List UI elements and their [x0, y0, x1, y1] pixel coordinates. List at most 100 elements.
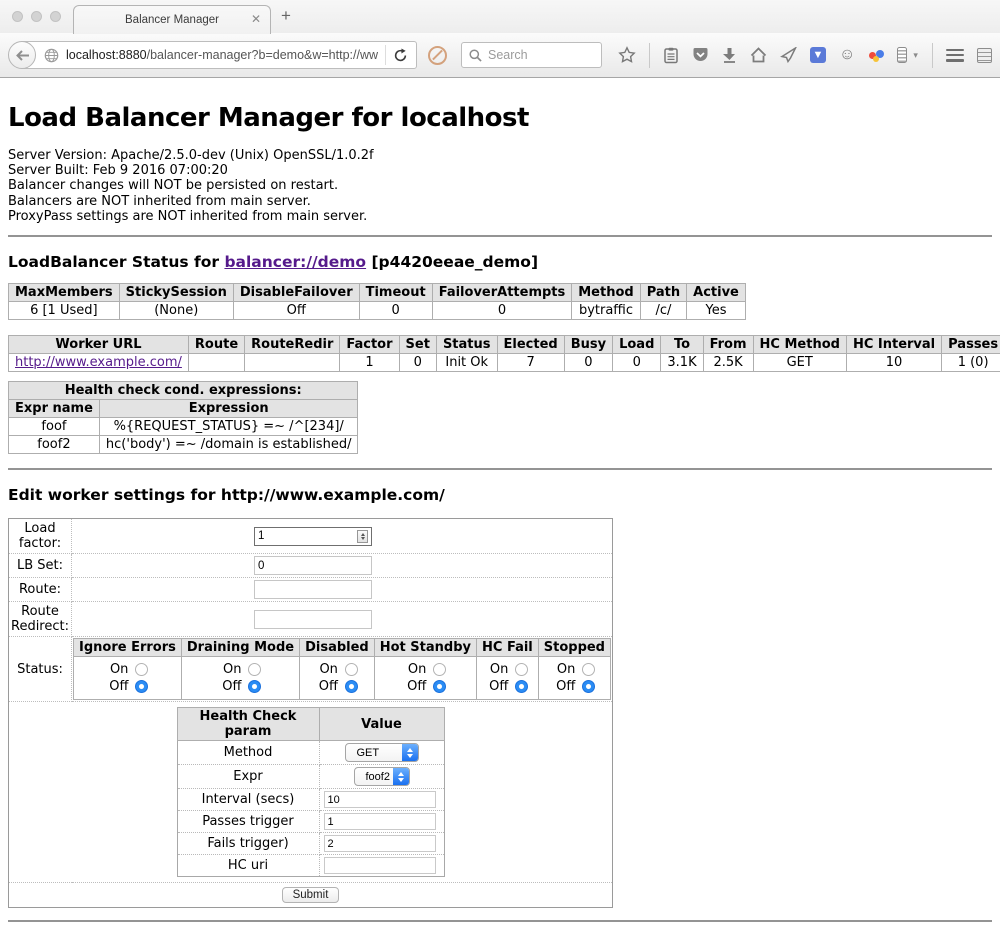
field-label: Status: [9, 637, 72, 702]
submit-button[interactable]: Submit [282, 887, 340, 903]
radio-ignore-errors-on[interactable] [135, 663, 148, 676]
hc-passes-input[interactable] [324, 813, 436, 830]
send-plane-icon[interactable] [780, 47, 797, 63]
server-info: Server Version: Apache/2.5.0-dev (Unix) … [8, 148, 992, 224]
pocket-icon[interactable] [692, 47, 709, 63]
status-column-header: Stopped [538, 639, 610, 657]
divider [8, 235, 992, 237]
number-spinner-icon[interactable] [357, 530, 368, 543]
radio-hot-standby-off[interactable] [433, 680, 446, 693]
hc-interval-input[interactable] [324, 791, 436, 808]
radio-label: Off [219, 678, 241, 695]
toolbar-separator [649, 43, 650, 68]
status-disabled: On Off [300, 657, 375, 700]
column-header: Set [399, 336, 436, 354]
page-title: Load Balancer Manager for localhost [8, 103, 992, 133]
param-label: Method [177, 741, 319, 765]
column-header: Method [572, 284, 640, 302]
content-blocked-icon[interactable] [428, 46, 447, 65]
cell: 6 [1 Used] [9, 302, 120, 320]
search-bar[interactable]: Search [461, 42, 602, 68]
column-header: Busy [564, 336, 612, 354]
column-header: Passes [942, 336, 1000, 354]
form-row-hc-params: Health Check param Value Method GET [9, 702, 613, 883]
feedback-smiley-icon[interactable]: ☺ [839, 47, 855, 63]
zoom-window-button[interactable] [50, 11, 61, 22]
divider [8, 920, 992, 922]
form-row-submit: Submit [9, 883, 613, 908]
radio-draining-mode-off[interactable] [248, 680, 261, 693]
route-input[interactable] [254, 580, 372, 599]
column-header: Status [436, 336, 497, 354]
url-bar[interactable]: localhost:8880/balancer-manager?b=demo&w… [21, 41, 417, 69]
hc-param-row: Expr foof2 [177, 765, 444, 789]
radio-hc-fail-on[interactable] [515, 663, 528, 676]
worker-url-link[interactable]: http://www.example.com/ [15, 355, 182, 370]
home-icon[interactable] [750, 47, 767, 63]
titlebar: Balancer Manager ✕ + [0, 0, 1000, 33]
expr-value: hc('body') =~ /domain is established/ [99, 436, 358, 454]
download-icon[interactable] [722, 47, 737, 63]
new-tab-button[interactable]: + [281, 6, 291, 26]
load-factor-input[interactable] [254, 527, 372, 546]
status-hc-fail: On Off [477, 657, 539, 700]
minimize-window-button[interactable] [31, 11, 42, 22]
hc-expr-select[interactable]: foof2 [354, 767, 410, 786]
reload-button[interactable] [393, 48, 408, 63]
hc-fails-input[interactable] [324, 835, 436, 852]
radio-stopped-off[interactable] [582, 680, 595, 693]
cell: 7 [497, 354, 564, 372]
browser-tab[interactable]: Balancer Manager ✕ [73, 5, 271, 34]
radio-label: Off [553, 678, 575, 695]
balancer-status-table: MaxMembers StickySession DisableFailover… [8, 283, 746, 320]
battery-icon[interactable] [897, 47, 907, 63]
blue-download-badge-icon[interactable]: ▼ [810, 47, 826, 63]
column-header: Timeout [359, 284, 432, 302]
colored-dots-icon[interactable] [868, 47, 884, 63]
hc-uri-input[interactable] [324, 857, 436, 874]
dropdown-caret-icon[interactable]: ▾ [913, 50, 918, 61]
column-header: From [703, 336, 753, 354]
back-button[interactable] [8, 41, 36, 69]
clipboard-icon[interactable] [663, 47, 679, 64]
column-header: Elected [497, 336, 564, 354]
radio-disabled-on[interactable] [345, 663, 358, 676]
grid-icon[interactable] [977, 48, 992, 63]
radio-disabled-off[interactable] [345, 680, 358, 693]
radio-hot-standby-on[interactable] [433, 663, 446, 676]
bookmark-star-icon[interactable] [618, 46, 636, 64]
radio-draining-mode-on[interactable] [248, 663, 261, 676]
tab-close-icon[interactable]: ✕ [251, 12, 261, 26]
balancer-link[interactable]: balancer://demo [224, 253, 366, 271]
radio-ignore-errors-off[interactable] [135, 680, 148, 693]
traffic-lights [12, 11, 61, 22]
expr-value: %{REQUEST_STATUS} =~ /^[234]/ [99, 418, 358, 436]
hc-method-select[interactable]: GET [345, 743, 419, 762]
column-header: FailoverAttempts [432, 284, 572, 302]
column-header: Path [640, 284, 686, 302]
radio-hc-fail-off[interactable] [515, 680, 528, 693]
column-header: Factor [340, 336, 399, 354]
close-window-button[interactable] [12, 11, 23, 22]
select-value: GET [346, 747, 380, 759]
form-row-route: Route: [9, 578, 613, 602]
lb-set-input[interactable] [254, 556, 372, 575]
radio-label: Off [106, 678, 128, 695]
radio-label: Off [486, 678, 508, 695]
form-row-load-factor: Load factor: [9, 519, 613, 554]
status-column-header: Draining Mode [181, 639, 299, 657]
route-redirect-input[interactable] [254, 610, 372, 629]
cell: 1 [340, 354, 399, 372]
page-content: Load Balancer Manager for localhost Serv… [0, 103, 1000, 922]
hamburger-menu-icon[interactable] [946, 49, 964, 62]
column-header: Value [319, 708, 444, 741]
status-column-header: Disabled [300, 639, 375, 657]
cell: bytraffic [572, 302, 640, 320]
search-icon [469, 49, 482, 62]
radio-stopped-on[interactable] [582, 663, 595, 676]
cell: Off [233, 302, 359, 320]
column-header: DisableFailover [233, 284, 359, 302]
status-column-header: HC Fail [477, 639, 539, 657]
back-arrow-icon [15, 49, 30, 62]
field-label: Route Redirect: [9, 602, 72, 637]
